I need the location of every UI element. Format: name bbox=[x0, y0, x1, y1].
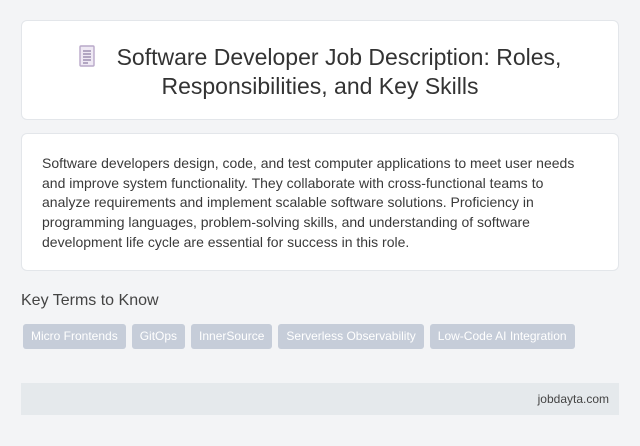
summary-text: Software developers design, code, and te… bbox=[42, 155, 575, 250]
tag-innersource[interactable]: InnerSource bbox=[191, 324, 273, 349]
footer-site-link[interactable]: jobdayta.com bbox=[538, 392, 609, 406]
tag-micro-frontends[interactable]: Micro Frontends bbox=[23, 324, 126, 349]
document-icon bbox=[78, 45, 95, 67]
tag-low-code-ai-integration[interactable]: Low-Code AI Integration bbox=[429, 324, 575, 349]
tag-gitops[interactable]: GitOps bbox=[131, 324, 186, 349]
title-card: Software Developer Job Description: Role… bbox=[21, 20, 619, 120]
summary-card: Software developers design, code, and te… bbox=[21, 133, 619, 271]
key-terms-heading: Key Terms to Know bbox=[21, 292, 159, 309]
key-terms-tags: Micro Frontends GitOps InnerSource Serve… bbox=[23, 324, 575, 349]
page-title-row: Software Developer Job Description: Role… bbox=[22, 43, 618, 101]
page-title: Software Developer Job Description: Role… bbox=[116, 44, 562, 99]
footer: jobdayta.com bbox=[21, 383, 619, 415]
tag-serverless-observability[interactable]: Serverless Observability bbox=[278, 324, 424, 349]
